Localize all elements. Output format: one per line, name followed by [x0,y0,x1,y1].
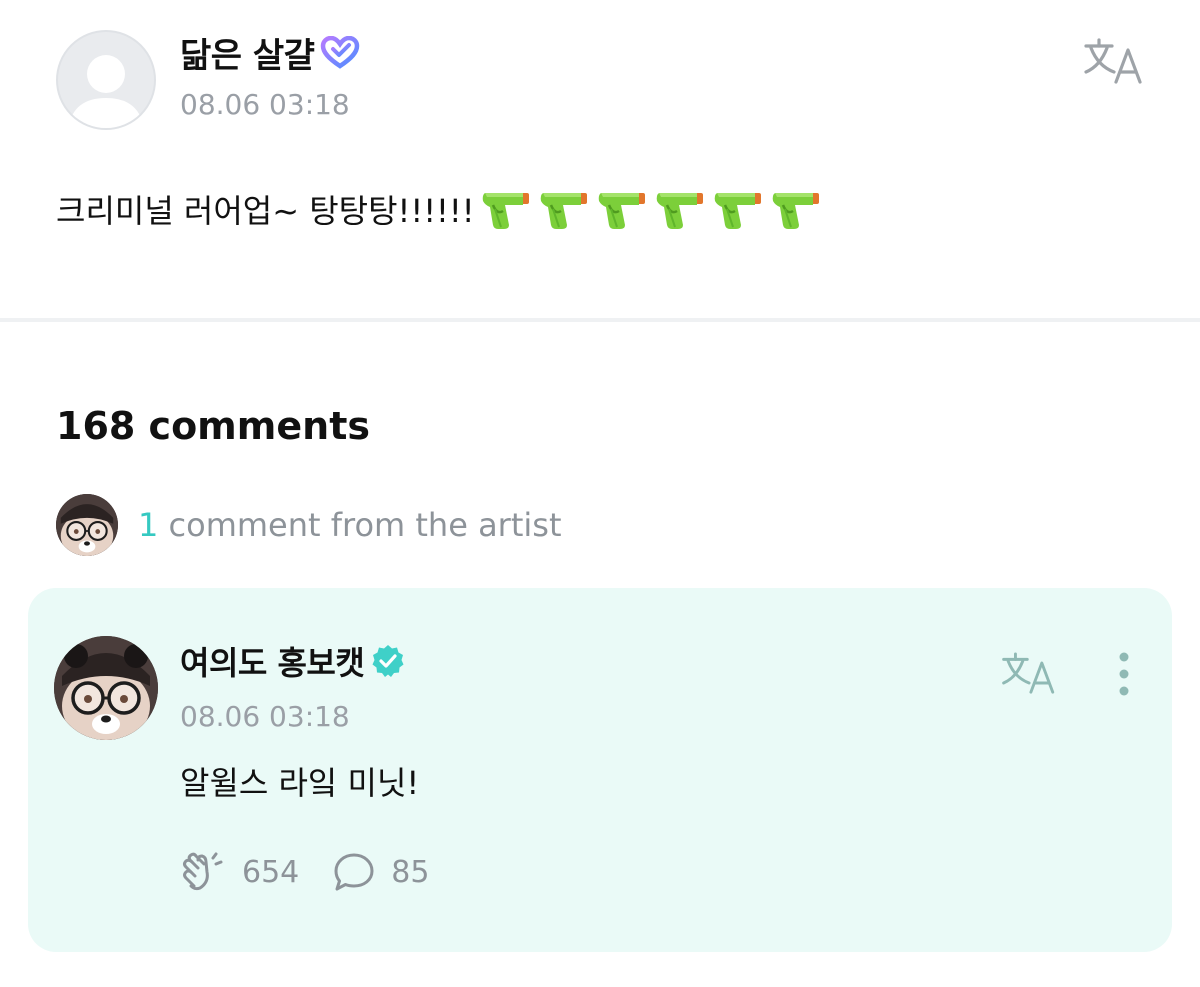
water-pistol-emoji [540,193,587,229]
artist-avatar [56,494,118,556]
membership-heart-icon [321,35,360,69]
default-avatar-icon [68,55,144,128]
comment-author-row: 여의도 홍보캣 [180,638,406,684]
comment-reply-button[interactable]: 85 [333,852,429,892]
comment-reply-count: 85 [391,854,430,890]
artist-comment-label: comment from the artist [168,506,562,544]
post-timestamp: 08.06 03:18 [180,88,350,121]
post-author-name[interactable]: 닮은 살걀 [180,28,315,77]
more-vertical-icon [1119,652,1129,696]
comment-like-button[interactable]: 654 [180,852,299,892]
comment-translate-button[interactable] [1000,650,1060,696]
verified-badge-icon [372,645,404,677]
comment-text: 알윌스 라잌 미닛! [180,764,420,802]
comment-author-avatar[interactable] [54,636,158,740]
section-divider [0,318,1200,322]
artist-comment-summary: 1 comment from the artist [138,506,561,544]
comments-count-heading: 168 comments [56,404,370,448]
post-author-row: 닮은 살걀 [180,28,360,77]
post-body-text: 크리미널 러어업~ 탕탕탕!!!!!! [56,192,475,230]
speech-bubble-icon [334,853,374,891]
water-pistol-emoji [598,193,645,229]
comment-like-count: 654 [242,854,300,890]
clap-like-icon [183,852,223,891]
post-author-avatar[interactable] [56,30,156,130]
translate-icon [1084,38,1142,84]
water-pistol-emoji [772,193,819,229]
post-body: 크리미널 러어업~ 탕탕탕!!!!!! [56,186,821,232]
post-translate-button[interactable] [1082,36,1148,86]
water-pistol-emoji-row [479,187,821,231]
comment-more-button[interactable] [1106,650,1142,700]
water-pistol-emoji [714,193,761,229]
cat-avatar-image [54,636,158,740]
artist-comments-filter[interactable]: 1 comment from the artist [56,494,561,556]
artist-comment-count: 1 [138,506,159,544]
cat-avatar-image [56,494,118,556]
water-pistol-emoji [656,193,703,229]
comment-actions: 654 85 [180,852,429,892]
translate-icon [1002,652,1055,694]
comment-timestamp: 08.06 03:18 [180,700,350,733]
water-pistol-emoji [482,193,529,229]
comment-author-name[interactable]: 여의도 홍보캣 [180,638,365,684]
